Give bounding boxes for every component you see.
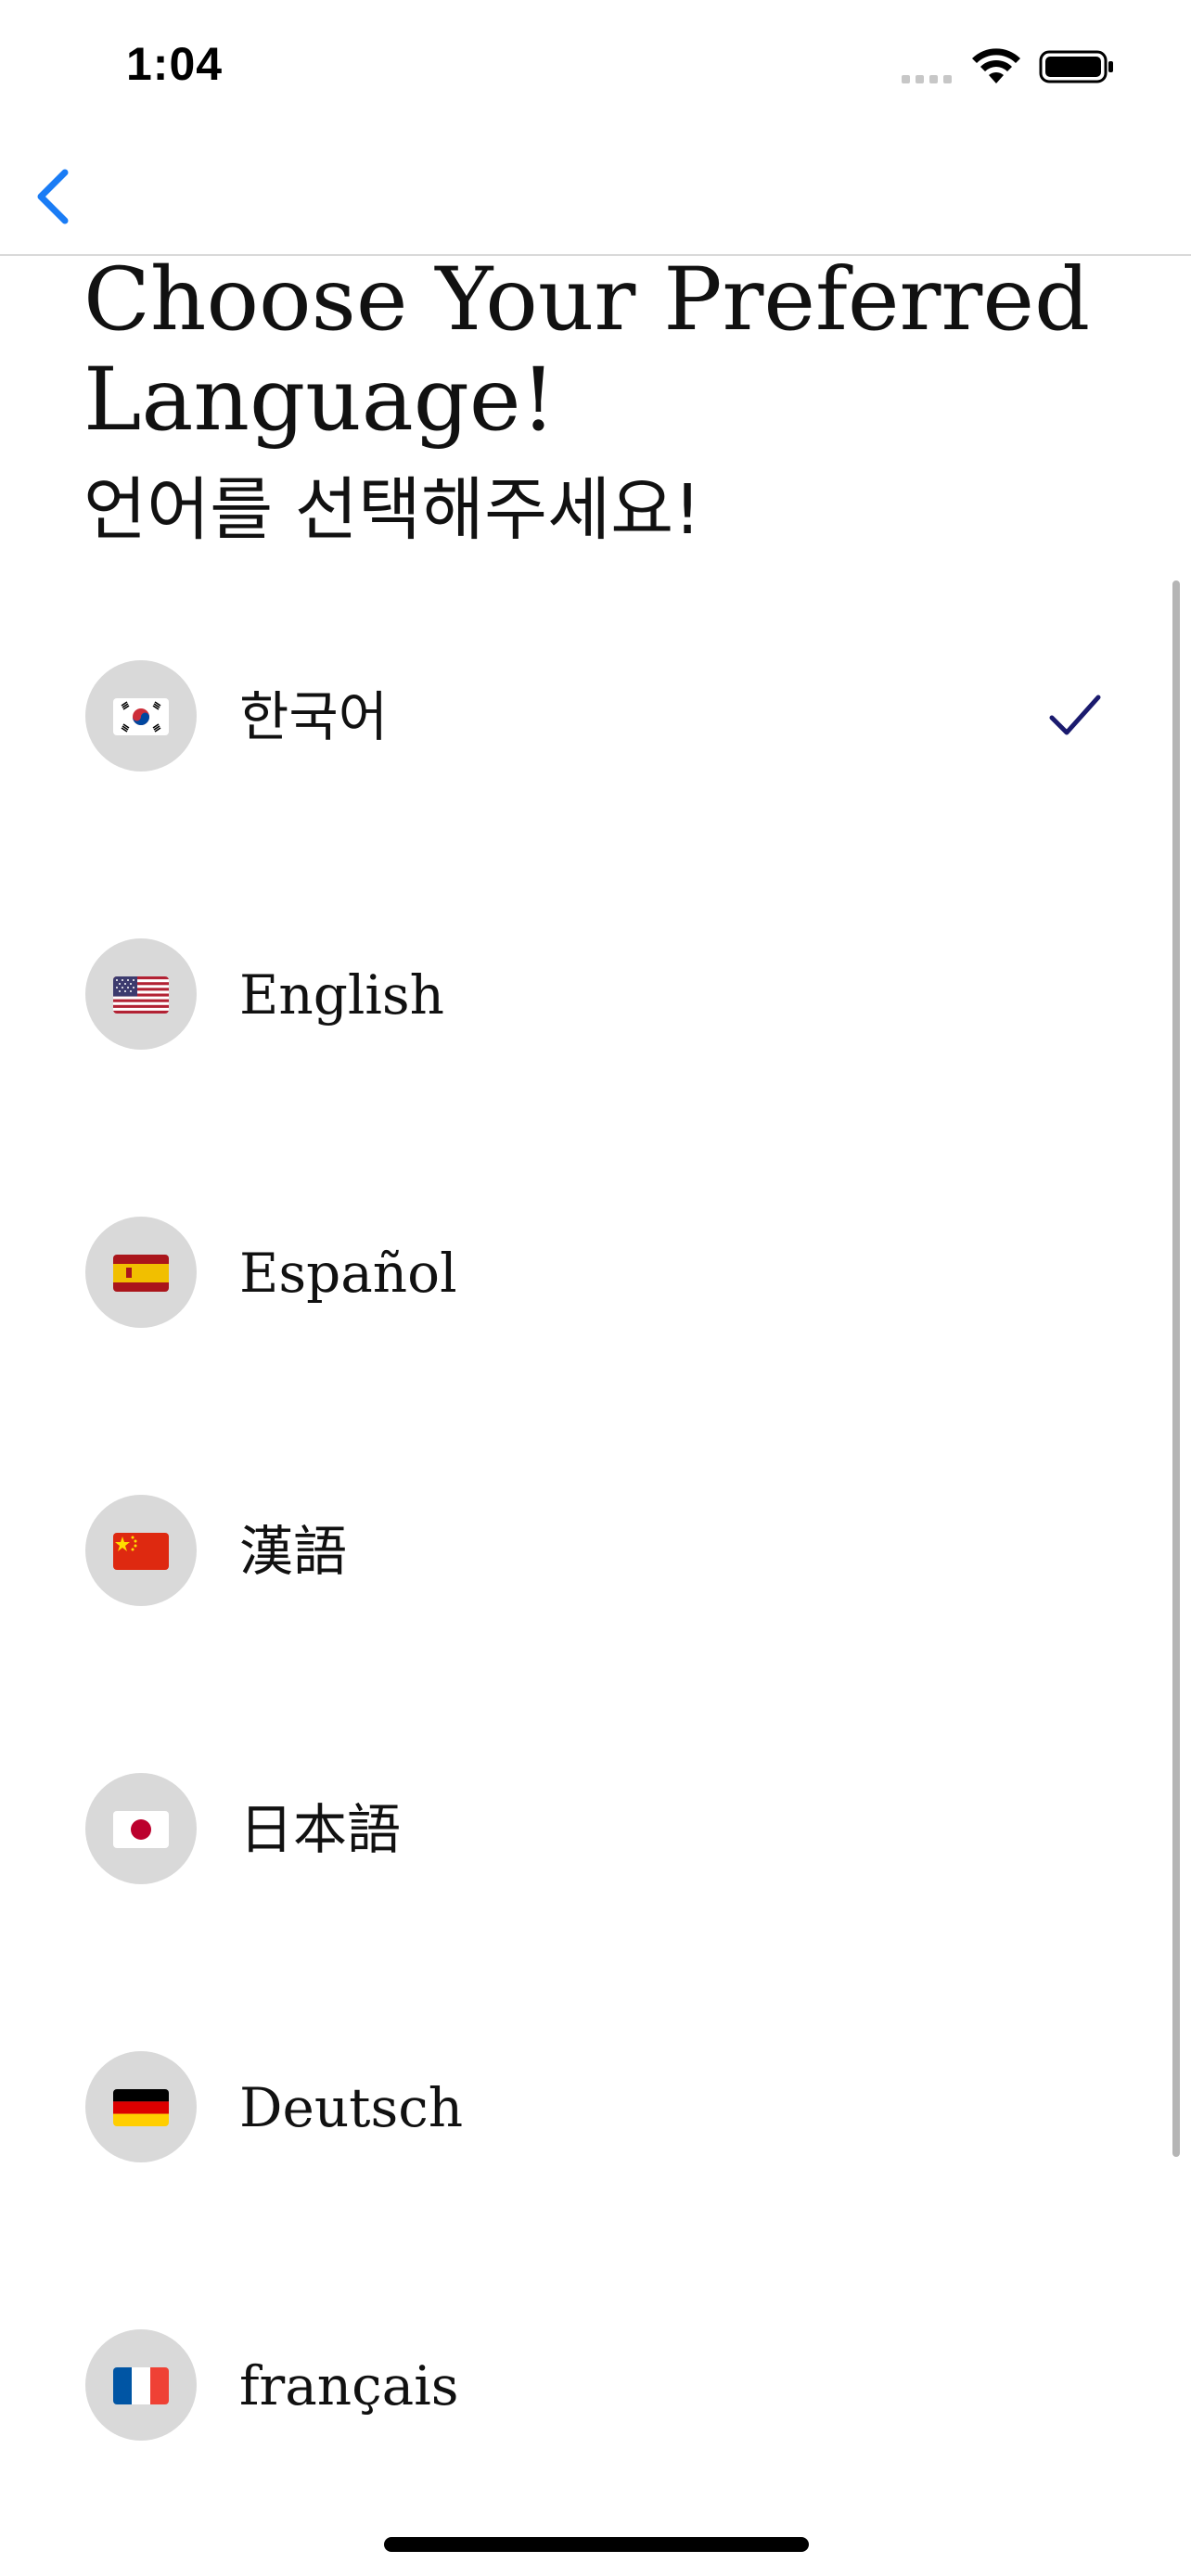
status-time: 1:04 xyxy=(126,38,224,90)
page-title: Choose Your Preferred Language! xyxy=(83,249,1091,451)
language-label: 한국어 xyxy=(239,685,389,748)
language-label: 日本語 xyxy=(239,1798,402,1861)
signal-dots-icon xyxy=(902,75,952,83)
checkmark-icon xyxy=(1049,695,1101,735)
language-option-chinese[interactable]: 漢語 xyxy=(0,1409,1191,1688)
language-selection-screen: 1:04 Choose Your Preferred Language! 언어를… xyxy=(0,0,1191,2576)
flag-kr-icon xyxy=(85,660,197,772)
chevron-left-icon xyxy=(37,169,69,224)
page-subtitle: 언어를 선택해주세요! xyxy=(83,470,701,550)
back-button[interactable] xyxy=(28,159,83,234)
language-label: français xyxy=(239,2354,459,2417)
language-label: Deutsch xyxy=(239,2076,464,2139)
language-list: 한국어 English Español 漢語 日本語 Deutsch franç… xyxy=(0,575,1191,2522)
language-option-spanish[interactable]: Español xyxy=(0,1131,1191,1409)
language-option-german[interactable]: Deutsch xyxy=(0,1966,1191,2244)
flag-cn-icon xyxy=(85,1495,197,1606)
navigation-bar xyxy=(0,139,1191,256)
language-label: English xyxy=(239,963,445,1027)
language-option-english[interactable]: English xyxy=(0,853,1191,1131)
language-option-french[interactable]: français xyxy=(0,2244,1191,2522)
home-indicator[interactable] xyxy=(384,2537,809,2552)
language-option-japanese[interactable]: 日本語 xyxy=(0,1688,1191,1966)
wifi-icon xyxy=(972,48,1020,83)
flag-es-icon xyxy=(85,1217,197,1328)
language-label: Español xyxy=(239,1242,457,1305)
flag-us-icon xyxy=(85,938,197,1050)
language-option-korean[interactable]: 한국어 xyxy=(0,575,1191,853)
status-bar: 1:04 xyxy=(0,0,1191,139)
flag-de-icon xyxy=(85,2051,197,2162)
scroll-indicator[interactable] xyxy=(1172,580,1180,2157)
language-label: 漢語 xyxy=(239,1520,348,1583)
flag-jp-icon xyxy=(85,1773,197,1884)
flag-fr-icon xyxy=(85,2329,197,2441)
battery-icon xyxy=(1039,50,1113,83)
